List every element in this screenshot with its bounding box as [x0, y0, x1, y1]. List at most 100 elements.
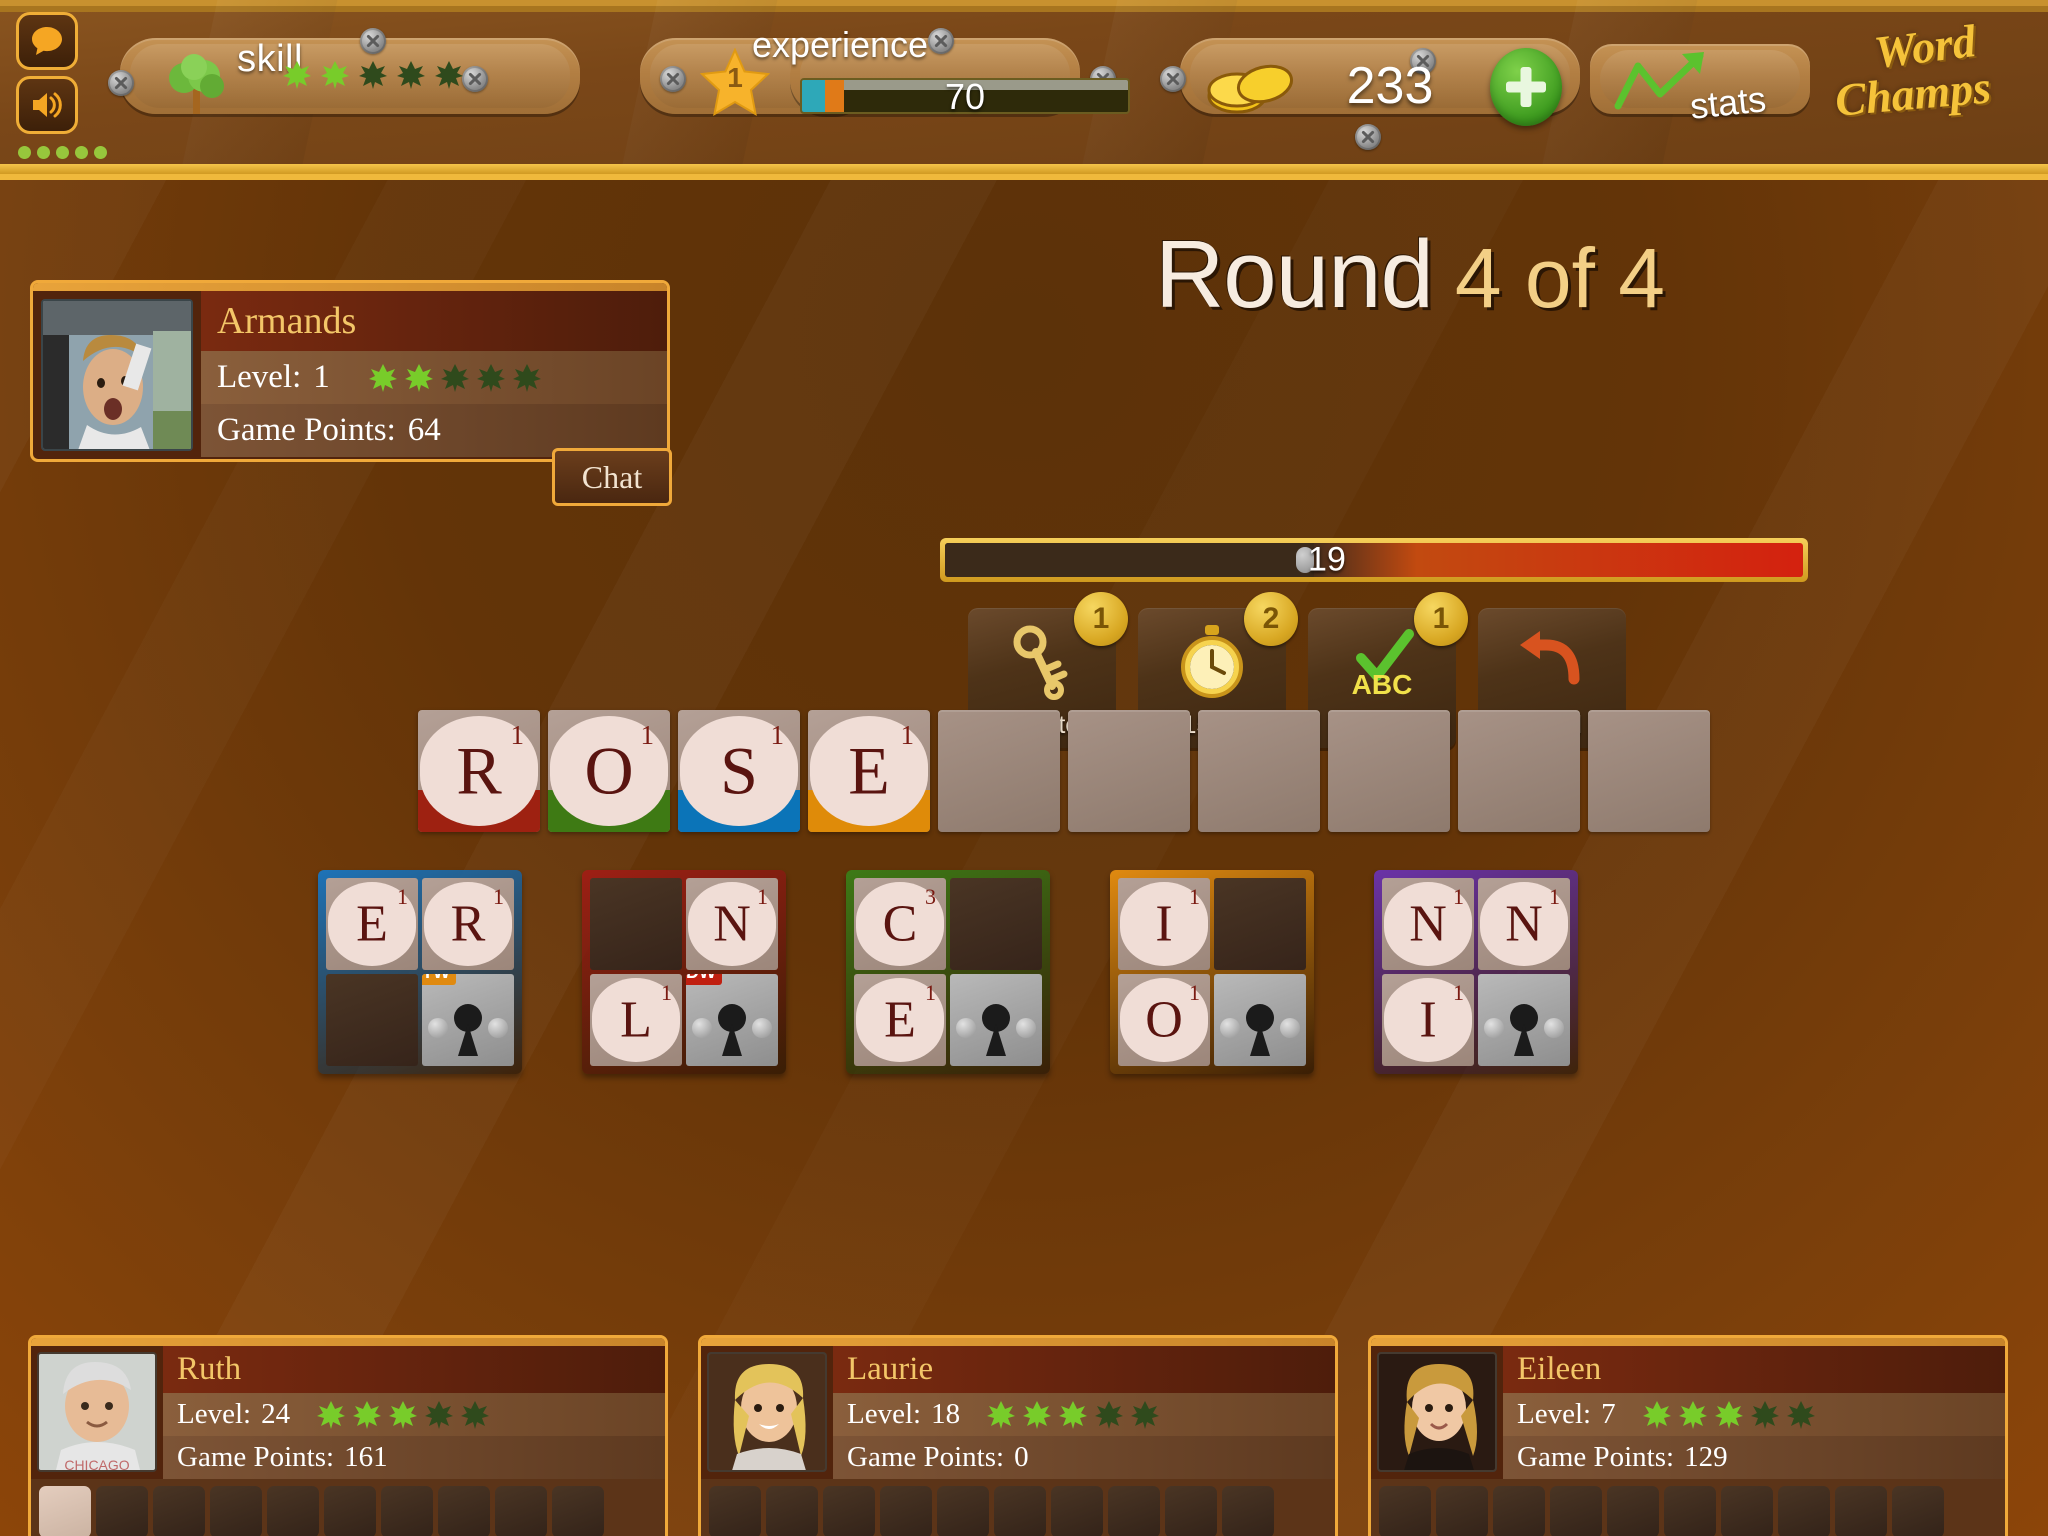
leaf-icon: [1678, 1400, 1707, 1429]
round-word: Round: [1154, 221, 1434, 328]
opponent-points-row: Game Points: 129: [1503, 1436, 2005, 1479]
opponent-name: Eileen: [1503, 1346, 2005, 1393]
keyhole-icon: [1246, 1004, 1274, 1032]
round-title: Round 4 of 4: [960, 220, 1860, 330]
opponent-slot: [1493, 1486, 1545, 1536]
leaf-icon: [397, 61, 425, 89]
tile-points: 1: [510, 720, 525, 750]
chat-toggle-button[interactable]: [16, 12, 78, 70]
opponent-slot: [1550, 1486, 1602, 1536]
word-empty-slot[interactable]: [1328, 710, 1450, 832]
word-empty-slot[interactable]: [1198, 710, 1320, 832]
leaf-icon: [283, 61, 311, 89]
multiplier-badge: TW: [422, 974, 456, 985]
locked-slot[interactable]: [1214, 974, 1306, 1066]
rack-tile[interactable]: N1: [1478, 878, 1570, 970]
level-label: Level:: [1517, 1398, 1592, 1430]
leaf-icon: [1059, 1400, 1088, 1429]
opponent-slot: [1778, 1486, 1830, 1536]
avatar: CHICAGO: [37, 1352, 157, 1472]
level-value: 7: [1601, 1398, 1616, 1430]
opponent-slot: [210, 1486, 262, 1536]
rack-tile[interactable]: N1: [1382, 878, 1474, 970]
rack-empty-slot[interactable]: [326, 974, 418, 1066]
word-empty-slot[interactable]: [1458, 710, 1580, 832]
powerup-count-badge: 2: [1244, 592, 1298, 646]
top-hud-bar: skill 1 experience 70 233 stats Word Cha…: [0, 0, 2048, 180]
rack-tile[interactable]: E1: [854, 974, 946, 1066]
leaf-icon: [317, 1400, 346, 1429]
locked-slot[interactable]: [950, 974, 1042, 1066]
opponent-name: Laurie: [833, 1346, 1335, 1393]
screw-icon: [462, 66, 488, 92]
tile-points: 1: [397, 884, 408, 909]
connection-dots: [18, 146, 107, 159]
game-stage: Round4 of 4 19 1+1 letter2+15 secABC1val…: [0, 180, 2048, 1536]
opponent-slot: [96, 1486, 148, 1536]
rack-tile[interactable]: C3: [854, 878, 946, 970]
rack-empty-slot[interactable]: [950, 878, 1042, 970]
opponent-slot: [937, 1486, 989, 1536]
level-value: 18: [931, 1398, 961, 1430]
opponent-slot: [709, 1486, 761, 1536]
leaf-icon: [359, 61, 387, 89]
tile-rack: I1O1: [1110, 870, 1314, 1074]
keyhole-icon: [718, 1004, 746, 1032]
rack-tile[interactable]: E1: [326, 878, 418, 970]
opponent-slot: [994, 1486, 1046, 1536]
points-label: Game Points:: [847, 1441, 1005, 1473]
opponent-slot: [1436, 1486, 1488, 1536]
word-empty-slot[interactable]: [1068, 710, 1190, 832]
leaf-icon: [368, 363, 397, 392]
screw-icon: [1280, 1018, 1300, 1038]
rack-tile[interactable]: R1: [422, 878, 514, 970]
tile-points: 1: [493, 884, 504, 909]
points-label: Game Points:: [1517, 1441, 1675, 1473]
player-leaf-meter: [368, 363, 542, 393]
tile-points: 1: [1453, 884, 1464, 909]
points-value: 129: [1684, 1441, 1728, 1473]
sound-toggle-button[interactable]: [16, 76, 78, 134]
level-value: 24: [261, 1398, 291, 1430]
word-tile[interactable]: E1: [808, 710, 930, 832]
avatar: [1377, 1352, 1497, 1472]
leaf-icon: [476, 363, 505, 392]
tile-points: 1: [661, 980, 672, 1005]
opponent-leaf-meter: [316, 1400, 490, 1430]
locked-slot[interactable]: [1478, 974, 1570, 1066]
chat-button[interactable]: Chat: [552, 448, 672, 506]
svg-text:CHICAGO: CHICAGO: [64, 1457, 129, 1472]
word-tile[interactable]: O1: [548, 710, 670, 832]
rack-empty-slot[interactable]: [1214, 878, 1306, 970]
opponent-slot: [1379, 1486, 1431, 1536]
opponent-row: CHICAGO Ruth Level: 24 Game Points: 161 Laurie…: [28, 1335, 2008, 1536]
word-tile[interactable]: R1: [418, 710, 540, 832]
rack-tile[interactable]: I1: [1382, 974, 1474, 1066]
word-tile[interactable]: S1: [678, 710, 800, 832]
leaf-icon: [1786, 1400, 1815, 1429]
powerup-count-badge: 1: [1074, 592, 1128, 646]
tile-points: 1: [757, 884, 768, 909]
screw-icon: [1355, 124, 1381, 150]
leaf-icon: [512, 363, 541, 392]
avatar: [41, 299, 193, 451]
rack-tile[interactable]: N1: [686, 878, 778, 970]
add-coins-button[interactable]: [1490, 48, 1562, 126]
rack-tile[interactable]: L1: [590, 974, 682, 1066]
rack-empty-slot[interactable]: [590, 878, 682, 970]
screw-icon: [488, 1018, 508, 1038]
leaf-icon: [1023, 1400, 1052, 1429]
word-empty-slot[interactable]: [938, 710, 1060, 832]
locked-slot[interactable]: DW: [686, 974, 778, 1066]
rack-tile[interactable]: O1: [1118, 974, 1210, 1066]
leaf-icon: [440, 363, 469, 392]
screw-icon: [752, 1018, 772, 1038]
locked-slot[interactable]: TW: [422, 974, 514, 1066]
screw-icon: [108, 70, 134, 96]
rack-tile[interactable]: I1: [1118, 878, 1210, 970]
level-label: Level:: [847, 1398, 922, 1430]
experience-value: 70: [944, 76, 986, 117]
opponent-level-row: Level: 24: [163, 1393, 665, 1436]
screw-icon: [692, 1018, 712, 1038]
word-empty-slot[interactable]: [1588, 710, 1710, 832]
